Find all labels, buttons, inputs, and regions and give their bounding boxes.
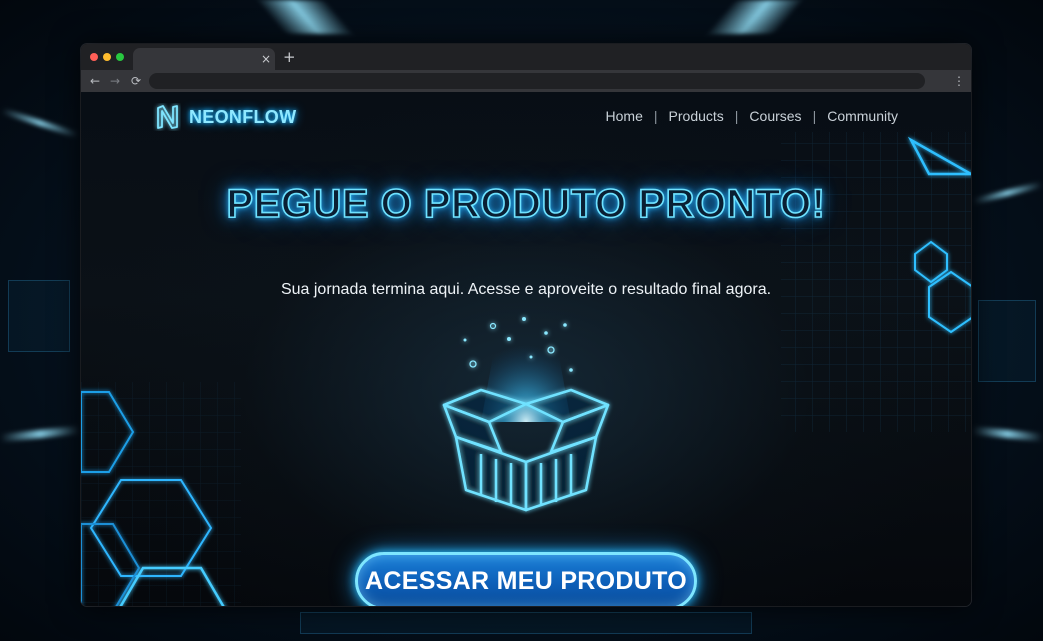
browser-toolbar: ← → ⟳ ⋮ [81,70,971,92]
background-panel [8,280,70,352]
light-beam [971,426,1043,442]
address-bar[interactable] [149,73,925,89]
background-panel [978,300,1036,382]
brand-logo[interactable]: NEONFLOW [153,103,296,131]
background-panel [300,612,752,634]
nav-products[interactable]: Products [669,108,724,124]
back-icon[interactable]: ← [90,72,100,90]
browser-tab[interactable]: × [133,48,275,70]
hero-subtitle: Sua jornada termina aqui. Acesse e aprov… [280,281,772,298]
tab-bar: × + [81,44,971,70]
page-viewport: NEONFLOW Home | Products | Courses | Com… [81,92,971,606]
hero-title: PEGUE O PRODUTO PRONTO! [226,181,826,227]
light-beam [1,107,79,139]
forward-icon[interactable]: → [110,72,120,90]
browser-window: × + ← → ⟳ ⋮ NEONFLOW Home | Products | C… [81,44,971,606]
nav-separator: | [812,108,817,124]
access-product-button[interactable]: ACESSAR MEU PRODUTO [355,552,697,606]
light-beam [972,181,1043,205]
open-box-icon [442,312,610,512]
nav-home[interactable]: Home [606,108,643,124]
maximize-window-button[interactable] [116,53,124,61]
light-beam [705,0,805,34]
nav-separator: | [734,108,739,124]
nav-courses[interactable]: Courses [749,108,801,124]
new-tab-button[interactable]: + [283,48,296,66]
minimize-window-button[interactable] [103,53,111,61]
tab-close-icon[interactable]: × [261,51,271,67]
nav-separator: | [653,108,658,124]
logo-n-icon [157,105,178,129]
nav-community[interactable]: Community [827,108,898,124]
reload-icon[interactable]: ⟳ [131,72,141,90]
light-beam [0,425,81,443]
brand-name: NEONFLOW [189,106,297,127]
light-beam [255,0,355,34]
browser-menu-icon[interactable]: ⋮ [953,72,965,90]
close-window-button[interactable] [90,53,98,61]
main-nav: Home | Products | Courses | Community [606,108,898,124]
